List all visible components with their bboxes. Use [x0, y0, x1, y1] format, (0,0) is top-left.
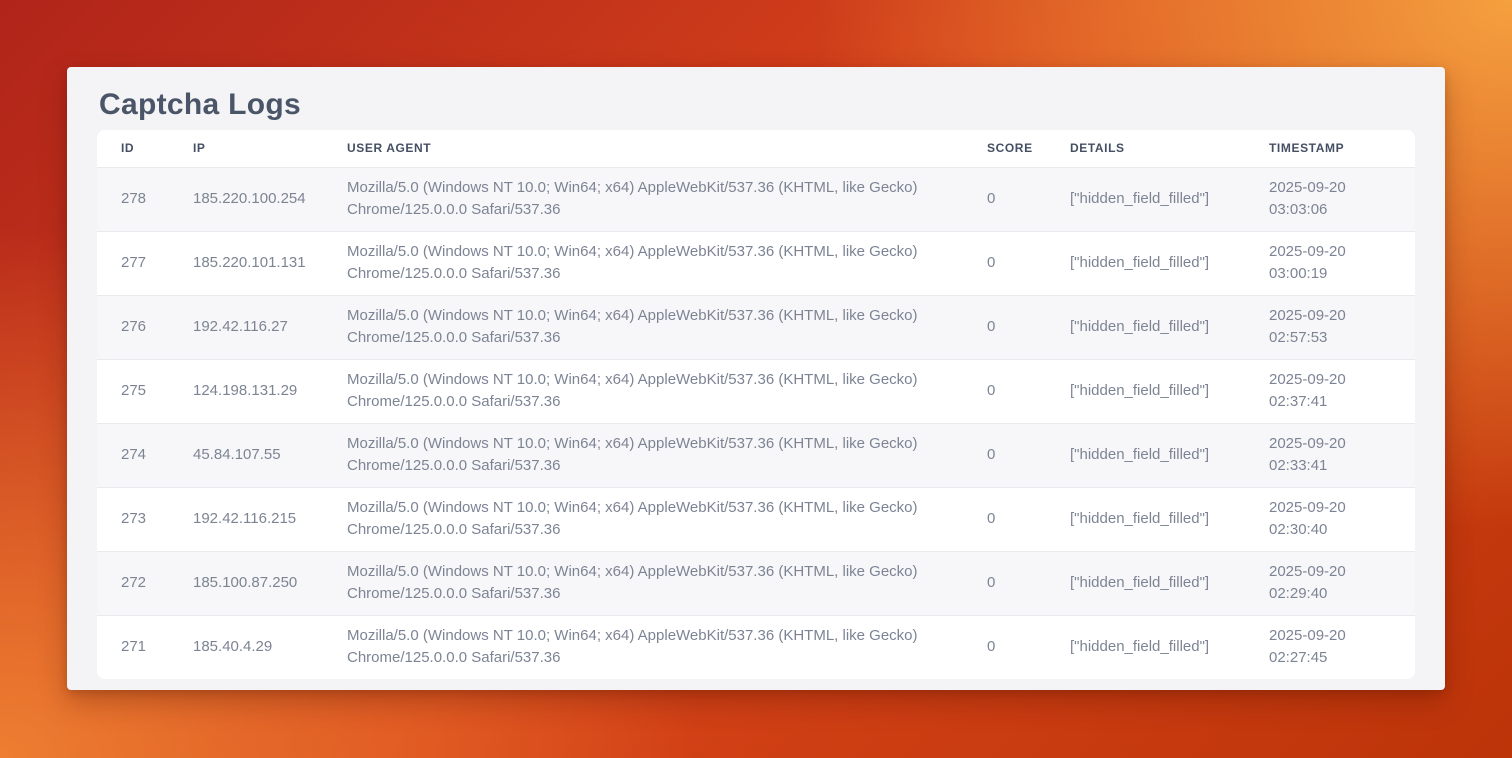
cell-ip: 185.100.87.250: [169, 551, 323, 615]
cell-score: 0: [963, 487, 1046, 551]
cell-score: 0: [963, 231, 1046, 295]
cell-user-agent: Mozilla/5.0 (Windows NT 10.0; Win64; x64…: [323, 231, 963, 295]
cell-details: ["hidden_field_filled"]: [1046, 295, 1245, 359]
table-row: 272 185.100.87.250 Mozilla/5.0 (Windows …: [97, 551, 1415, 615]
cell-ip: 124.198.131.29: [169, 359, 323, 423]
table-row: 275 124.198.131.29 Mozilla/5.0 (Windows …: [97, 359, 1415, 423]
column-header-details: DETAILS: [1046, 130, 1245, 167]
cell-ip: 192.42.116.215: [169, 487, 323, 551]
cell-details: ["hidden_field_filled"]: [1046, 423, 1245, 487]
cell-timestamp: 2025-09-20 03:03:06: [1245, 167, 1415, 231]
logs-table-container: IDIPUSER AGENTSCOREDETAILSTIMESTAMP 278 …: [97, 130, 1415, 679]
cell-user-agent: Mozilla/5.0 (Windows NT 10.0; Win64; x64…: [323, 615, 963, 679]
cell-id: 276: [97, 295, 169, 359]
cell-ip: 185.220.101.131: [169, 231, 323, 295]
page-background: Captcha Logs IDIPUSER AGENTSCOREDETAILST…: [0, 0, 1512, 758]
table-header: IDIPUSER AGENTSCOREDETAILSTIMESTAMP: [97, 130, 1415, 167]
cell-user-agent: Mozilla/5.0 (Windows NT 10.0; Win64; x64…: [323, 551, 963, 615]
cell-details: ["hidden_field_filled"]: [1046, 487, 1245, 551]
cell-score: 0: [963, 167, 1046, 231]
captcha-logs-card: Captcha Logs IDIPUSER AGENTSCOREDETAILST…: [67, 67, 1445, 690]
cell-timestamp: 2025-09-20 02:37:41: [1245, 359, 1415, 423]
cell-id: 277: [97, 231, 169, 295]
cell-timestamp: 2025-09-20 02:27:45: [1245, 615, 1415, 679]
cell-ip: 192.42.116.27: [169, 295, 323, 359]
logs-table: IDIPUSER AGENTSCOREDETAILSTIMESTAMP 278 …: [97, 130, 1415, 679]
cell-id: 275: [97, 359, 169, 423]
cell-score: 0: [963, 551, 1046, 615]
cell-id: 274: [97, 423, 169, 487]
cell-details: ["hidden_field_filled"]: [1046, 167, 1245, 231]
table-header-row: IDIPUSER AGENTSCOREDETAILSTIMESTAMP: [97, 130, 1415, 167]
cell-user-agent: Mozilla/5.0 (Windows NT 10.0; Win64; x64…: [323, 167, 963, 231]
column-header-user-agent: USER AGENT: [323, 130, 963, 167]
cell-id: 273: [97, 487, 169, 551]
cell-user-agent: Mozilla/5.0 (Windows NT 10.0; Win64; x64…: [323, 359, 963, 423]
page-title: Captcha Logs: [97, 67, 1415, 127]
cell-details: ["hidden_field_filled"]: [1046, 615, 1245, 679]
cell-ip: 185.220.100.254: [169, 167, 323, 231]
table-row: 273 192.42.116.215 Mozilla/5.0 (Windows …: [97, 487, 1415, 551]
cell-timestamp: 2025-09-20 02:29:40: [1245, 551, 1415, 615]
cell-score: 0: [963, 359, 1046, 423]
cell-score: 0: [963, 615, 1046, 679]
cell-timestamp: 2025-09-20 03:00:19: [1245, 231, 1415, 295]
cell-user-agent: Mozilla/5.0 (Windows NT 10.0; Win64; x64…: [323, 487, 963, 551]
table-row: 271 185.40.4.29 Mozilla/5.0 (Windows NT …: [97, 615, 1415, 679]
table-row: 274 45.84.107.55 Mozilla/5.0 (Windows NT…: [97, 423, 1415, 487]
cell-timestamp: 2025-09-20 02:33:41: [1245, 423, 1415, 487]
cell-id: 271: [97, 615, 169, 679]
table-row: 278 185.220.100.254 Mozilla/5.0 (Windows…: [97, 167, 1415, 231]
column-header-timestamp: TIMESTAMP: [1245, 130, 1415, 167]
cell-score: 0: [963, 295, 1046, 359]
cell-details: ["hidden_field_filled"]: [1046, 231, 1245, 295]
cell-user-agent: Mozilla/5.0 (Windows NT 10.0; Win64; x64…: [323, 295, 963, 359]
column-header-id: ID: [97, 130, 169, 167]
column-header-ip: IP: [169, 130, 323, 167]
table-row: 277 185.220.101.131 Mozilla/5.0 (Windows…: [97, 231, 1415, 295]
cell-ip: 185.40.4.29: [169, 615, 323, 679]
cell-details: ["hidden_field_filled"]: [1046, 551, 1245, 615]
cell-ip: 45.84.107.55: [169, 423, 323, 487]
cell-details: ["hidden_field_filled"]: [1046, 359, 1245, 423]
cell-user-agent: Mozilla/5.0 (Windows NT 10.0; Win64; x64…: [323, 423, 963, 487]
table-body: 278 185.220.100.254 Mozilla/5.0 (Windows…: [97, 167, 1415, 679]
table-row: 276 192.42.116.27 Mozilla/5.0 (Windows N…: [97, 295, 1415, 359]
cell-id: 272: [97, 551, 169, 615]
cell-score: 0: [963, 423, 1046, 487]
cell-timestamp: 2025-09-20 02:57:53: [1245, 295, 1415, 359]
cell-id: 278: [97, 167, 169, 231]
cell-timestamp: 2025-09-20 02:30:40: [1245, 487, 1415, 551]
column-header-score: SCORE: [963, 130, 1046, 167]
